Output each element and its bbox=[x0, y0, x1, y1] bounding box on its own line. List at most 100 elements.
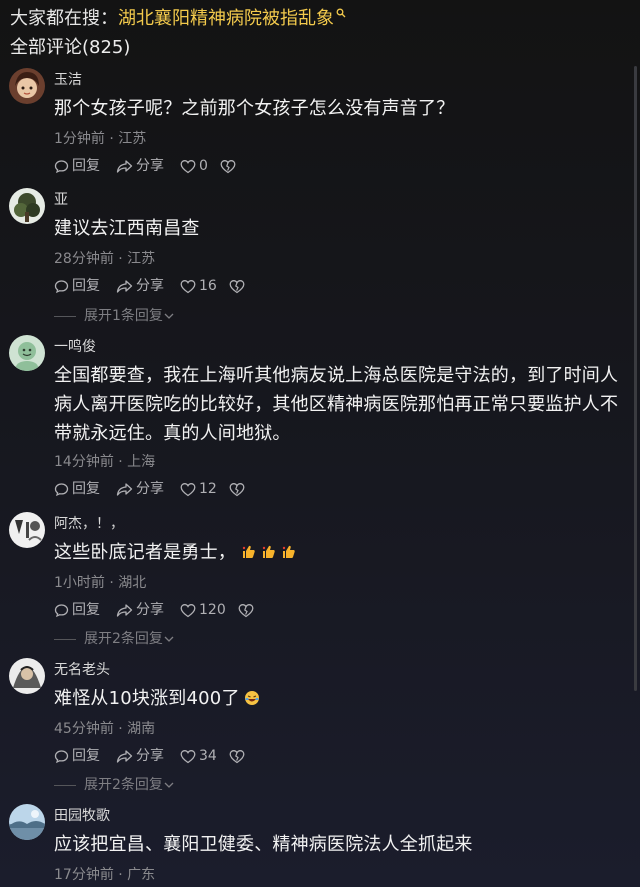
like-button[interactable]: 16 bbox=[180, 277, 217, 295]
heart-icon bbox=[180, 749, 196, 763]
share-button[interactable]: 分享 bbox=[116, 747, 164, 765]
share-arrow-icon bbox=[116, 159, 133, 173]
comments-screen: 大家都在搜：湖北襄阳精神病院被指乱象 全部评论(825) 玉洁 那个女孩子呢？之… bbox=[0, 0, 640, 887]
expand-replies-button[interactable]: 展开2条回复 bbox=[54, 630, 175, 648]
reply-button[interactable]: 回复 bbox=[54, 601, 100, 619]
chevron-down-icon bbox=[164, 636, 174, 642]
comment-text: 那个女孩子呢？之前那个女孩子怎么没有声音了？ bbox=[54, 98, 455, 119]
share-label: 分享 bbox=[136, 602, 164, 618]
share-arrow-icon bbox=[116, 603, 133, 617]
dislike-button[interactable] bbox=[229, 482, 248, 497]
comment-text-body: 难怪从10块涨到400了 bbox=[54, 688, 240, 709]
search-topic-link[interactable]: 湖北襄阳精神病院被指乱象 bbox=[118, 8, 334, 29]
reply-label: 回复 bbox=[72, 602, 100, 618]
share-button[interactable]: 分享 bbox=[116, 277, 164, 295]
expand-label: 展开2条回复 bbox=[84, 631, 163, 647]
comment-bubble-icon bbox=[54, 159, 69, 173]
avatar[interactable] bbox=[9, 188, 45, 224]
comment-bubble-icon bbox=[54, 482, 69, 496]
comment-username[interactable]: 田园牧歌 bbox=[54, 807, 110, 825]
comment-username[interactable]: 一鸣俊 bbox=[54, 338, 96, 356]
broken-heart-icon bbox=[229, 279, 245, 293]
comment-username[interactable]: 无名老头 bbox=[54, 661, 110, 679]
comment-meta: 1小时前 · 湖北 bbox=[54, 575, 147, 591]
reply-button[interactable]: 回复 bbox=[54, 157, 100, 175]
expand-label: 展开1条回复 bbox=[84, 308, 163, 324]
share-arrow-icon bbox=[116, 279, 133, 293]
avatar[interactable] bbox=[9, 658, 45, 694]
comment-bubble-icon bbox=[54, 279, 69, 293]
heart-icon bbox=[180, 279, 196, 293]
expand-replies-button[interactable]: 展开1条回复 bbox=[54, 307, 175, 325]
comment-text: 难怪从10块涨到400了 bbox=[54, 684, 629, 715]
avatar[interactable] bbox=[9, 804, 45, 840]
expand-replies-button[interactable]: 展开2条回复 bbox=[54, 776, 175, 794]
thumbs-up-emoji bbox=[240, 540, 298, 569]
comment-username[interactable]: 亚 bbox=[54, 191, 68, 209]
comment-text: 全国都要查，我在上海听其他病友说上海总医院是守法的，到了时间人病人离开医院吃的比… bbox=[54, 365, 619, 444]
expand-divider bbox=[54, 315, 76, 317]
broken-heart-icon bbox=[229, 749, 245, 763]
comment-count-header: 全部评论(825) bbox=[10, 37, 131, 58]
avatar[interactable] bbox=[9, 68, 45, 104]
comment-bubble-icon bbox=[54, 749, 69, 763]
avatar[interactable] bbox=[9, 512, 45, 548]
like-button[interactable]: 0 bbox=[180, 157, 208, 175]
comment-username[interactable]: 阿杰，！， bbox=[54, 515, 124, 533]
heart-icon bbox=[180, 482, 196, 496]
share-label: 分享 bbox=[136, 278, 164, 294]
expand-label: 展开2条回复 bbox=[84, 777, 163, 793]
share-arrow-icon bbox=[116, 482, 133, 496]
comment-text-body: 这些卧底记者是勇士， bbox=[54, 542, 236, 563]
search-icon[interactable] bbox=[336, 8, 346, 18]
dislike-button[interactable] bbox=[229, 279, 248, 294]
dislike-button[interactable] bbox=[229, 749, 248, 764]
like-button[interactable]: 34 bbox=[180, 747, 217, 765]
broken-heart-icon bbox=[229, 482, 245, 496]
chevron-down-icon bbox=[164, 313, 174, 319]
reply-label: 回复 bbox=[72, 748, 100, 764]
like-count: 16 bbox=[199, 278, 217, 294]
share-button[interactable]: 分享 bbox=[116, 480, 164, 498]
like-count: 120 bbox=[199, 602, 226, 618]
avatar[interactable] bbox=[9, 335, 45, 371]
comment-actions: 回复 分享 12 bbox=[54, 480, 248, 498]
comment-actions: 回复 分享 120 bbox=[54, 601, 257, 619]
reply-label: 回复 bbox=[72, 158, 100, 174]
dislike-button[interactable] bbox=[220, 159, 239, 174]
share-label: 分享 bbox=[136, 748, 164, 764]
chevron-down-icon bbox=[164, 782, 174, 788]
reply-button[interactable]: 回复 bbox=[54, 480, 100, 498]
share-button[interactable]: 分享 bbox=[116, 601, 164, 619]
laughing-crying-emoji bbox=[244, 686, 260, 715]
comment-actions: 回复 分享 34 bbox=[54, 747, 248, 765]
like-count: 34 bbox=[199, 748, 217, 764]
heart-icon bbox=[180, 159, 196, 173]
scrollbar[interactable] bbox=[634, 66, 637, 691]
comment-meta: 14分钟前 · 上海 bbox=[54, 454, 156, 470]
share-label: 分享 bbox=[136, 158, 164, 174]
reply-button[interactable]: 回复 bbox=[54, 747, 100, 765]
like-count: 0 bbox=[199, 158, 208, 174]
heart-icon bbox=[180, 603, 196, 617]
comment-meta: 28分钟前 · 江苏 bbox=[54, 251, 156, 267]
comment-meta: 17分钟前 · 广东 bbox=[54, 867, 156, 883]
reply-button[interactable]: 回复 bbox=[54, 277, 100, 295]
share-button[interactable]: 分享 bbox=[116, 157, 164, 175]
broken-heart-icon bbox=[238, 603, 254, 617]
like-button[interactable]: 12 bbox=[180, 480, 217, 498]
dislike-button[interactable] bbox=[238, 603, 257, 618]
like-button[interactable]: 120 bbox=[180, 601, 226, 619]
reply-label: 回复 bbox=[72, 278, 100, 294]
broken-heart-icon bbox=[220, 159, 236, 173]
comment-username[interactable]: 玉洁 bbox=[54, 71, 82, 89]
comment-actions: 回复 分享 16 bbox=[54, 277, 248, 295]
comment-meta: 1分钟前 · 江苏 bbox=[54, 131, 147, 147]
comment-bubble-icon bbox=[54, 603, 69, 617]
trending-search-bar[interactable]: 大家都在搜：湖北襄阳精神病院被指乱象 bbox=[10, 6, 346, 32]
comment-actions: 回复 分享 0 bbox=[54, 157, 239, 175]
search-prefix: 大家都在搜： bbox=[10, 8, 118, 29]
like-count: 12 bbox=[199, 481, 217, 497]
share-arrow-icon bbox=[116, 749, 133, 763]
expand-divider bbox=[54, 784, 76, 786]
